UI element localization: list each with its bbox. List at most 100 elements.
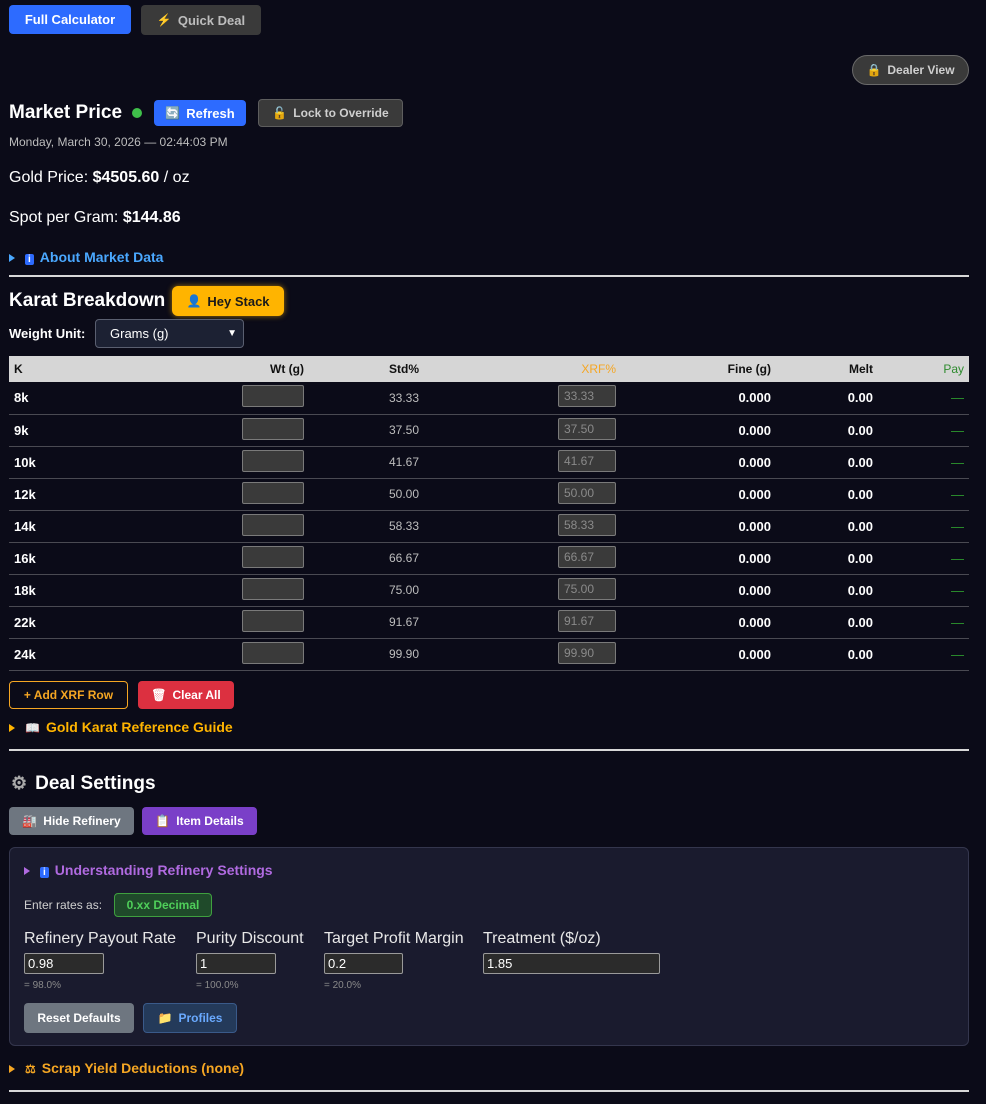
- tab-full-calculator-label: Full Calculator: [24, 12, 116, 27]
- item-details-label: Item Details: [176, 814, 244, 828]
- fine-cell: 0.000: [738, 390, 771, 406]
- understanding-refinery-toggle[interactable]: i Understanding Refinery Settings: [24, 862, 273, 878]
- table-row: 18k 75.00 75.00 0.000 0.00 —: [9, 574, 969, 606]
- pay-cell: —: [951, 582, 964, 598]
- tab-quick-deal[interactable]: ⚡ Quick Deal: [141, 5, 261, 35]
- scrap-yield-toggle[interactable]: ⚖ Scrap Yield Deductions (none): [9, 1060, 244, 1076]
- xrf-cell: 50.00: [424, 478, 621, 510]
- profiles-label: Profiles: [178, 1011, 223, 1025]
- info-icon: i: [40, 867, 49, 878]
- xrf-input[interactable]: 75.00: [558, 577, 616, 600]
- melt-cell: 0.00: [847, 646, 873, 662]
- xrf-input[interactable]: 41.67: [558, 449, 616, 472]
- xrf-input[interactable]: 50.00: [558, 481, 616, 504]
- xrf-input[interactable]: 66.67: [558, 545, 616, 568]
- fine-cell: 0.000: [738, 646, 771, 662]
- weight-input[interactable]: [242, 385, 304, 408]
- bolt-icon: ⚡: [156, 13, 172, 27]
- weight-cell: [69, 510, 309, 542]
- xrf-input[interactable]: 33.33: [558, 385, 616, 408]
- refresh-icon: 🔄: [165, 106, 181, 120]
- pay-cell: —: [951, 646, 964, 662]
- caret-right-icon: [24, 867, 30, 876]
- payout-rate-input[interactable]: 0.98: [24, 953, 104, 974]
- hey-stack-button[interactable]: 👤 Hey Stack: [172, 286, 284, 316]
- profit-margin-input[interactable]: 0.2: [324, 953, 403, 974]
- weight-input[interactable]: [242, 545, 304, 568]
- decimal-toggle-button[interactable]: 0.xx Decimal: [114, 893, 212, 917]
- weight-input[interactable]: [242, 481, 304, 504]
- xrf-input[interactable]: 99.90: [558, 641, 616, 664]
- profiles-button[interactable]: 📁 Profiles: [143, 1003, 237, 1033]
- refresh-button[interactable]: 🔄 Refresh: [154, 100, 246, 126]
- weight-cell: [69, 574, 309, 606]
- caret-right-icon: [9, 254, 15, 263]
- weight-cell: [69, 414, 309, 446]
- pay-cell: —: [951, 614, 964, 630]
- reset-defaults-button[interactable]: Reset Defaults: [24, 1003, 134, 1033]
- pay-cell: —: [951, 422, 964, 438]
- info-icon: i: [25, 254, 34, 265]
- purity-discount-input[interactable]: 1: [196, 953, 276, 974]
- weight-input[interactable]: [242, 641, 304, 664]
- treatment-input[interactable]: 1.85: [483, 953, 660, 974]
- xrf-cell: 66.67: [424, 542, 621, 574]
- header-fine: Fine (g): [727, 362, 771, 376]
- weight-input[interactable]: [242, 577, 304, 600]
- gold-price-line: Gold Price: $4505.60 / oz: [9, 169, 190, 187]
- scrap-yield-label: Scrap Yield Deductions (none): [41, 1060, 245, 1076]
- table-row: 24k 99.90 99.90 0.000 0.00 —: [9, 638, 969, 670]
- fine-cell: 0.000: [738, 486, 771, 502]
- item-details-button[interactable]: 📋 Item Details: [142, 807, 257, 835]
- divider: [9, 749, 969, 751]
- treatment-label: Treatment ($/oz): [483, 930, 601, 947]
- std-cell: 37.50: [388, 423, 419, 437]
- table-row: 16k 66.67 66.67 0.000 0.00 —: [9, 542, 969, 574]
- xrf-input[interactable]: 58.33: [558, 513, 616, 536]
- reference-guide-label: Gold Karat Reference Guide: [45, 719, 233, 735]
- weight-unit-select[interactable]: Grams (g) ▼: [95, 319, 244, 348]
- karat-cell: 18k: [14, 582, 36, 598]
- payout-rate-hint: = 98.0%: [24, 980, 61, 991]
- karat-cell: 16k: [14, 550, 36, 566]
- melt-cell: 0.00: [847, 390, 873, 406]
- deal-settings-label: Deal Settings: [35, 773, 156, 794]
- trash-icon: 🗑: [151, 688, 167, 702]
- hey-stack-label: Hey Stack: [207, 293, 270, 309]
- xrf-input[interactable]: 37.50: [558, 417, 616, 440]
- caret-right-icon: [9, 1065, 15, 1074]
- understanding-refinery-label: Understanding Refinery Settings: [54, 862, 273, 878]
- lock-icon: 🔒: [866, 63, 882, 77]
- reference-guide-toggle[interactable]: 📖 Gold Karat Reference Guide: [9, 719, 233, 735]
- weight-input[interactable]: [242, 609, 304, 632]
- about-market-data-toggle[interactable]: i About Market Data: [9, 249, 163, 265]
- hide-refinery-button[interactable]: 🏭 Hide Refinery: [9, 807, 134, 835]
- std-cell: 99.90: [388, 647, 419, 661]
- add-xrf-row-button[interactable]: + Add XRF Row: [9, 681, 128, 709]
- gold-price-value: $4505.60: [92, 169, 160, 186]
- xrf-input[interactable]: 91.67: [558, 609, 616, 632]
- weight-input[interactable]: [242, 513, 304, 536]
- folder-icon: 📁: [157, 1011, 173, 1025]
- xrf-cell: 33.33: [424, 382, 621, 414]
- refresh-label: Refresh: [186, 105, 235, 121]
- table-row: 22k 91.67 91.67 0.000 0.00 —: [9, 606, 969, 638]
- tab-full-calculator[interactable]: Full Calculator: [9, 5, 131, 34]
- karat-cell: 9k: [14, 422, 29, 438]
- weight-input[interactable]: [242, 449, 304, 472]
- karat-cell: 10k: [14, 454, 36, 470]
- melt-cell: 0.00: [847, 614, 873, 630]
- header-k: K: [14, 362, 23, 376]
- table-row: 12k 50.00 50.00 0.000 0.00 —: [9, 478, 969, 510]
- std-cell: 66.67: [388, 551, 419, 565]
- reset-defaults-label: Reset Defaults: [37, 1011, 121, 1025]
- gold-price-label: Gold Price:: [9, 169, 89, 186]
- dealer-view-button[interactable]: 🔒 Dealer View: [852, 55, 969, 85]
- pay-cell: —: [951, 454, 964, 470]
- xrf-cell: 58.33: [424, 510, 621, 542]
- weight-input[interactable]: [242, 417, 304, 440]
- lock-override-button[interactable]: 🔓 Lock to Override: [258, 99, 403, 127]
- clear-all-button[interactable]: 🗑 Clear All: [138, 681, 234, 709]
- weight-cell: [69, 382, 309, 414]
- clear-all-label: Clear All: [172, 688, 221, 702]
